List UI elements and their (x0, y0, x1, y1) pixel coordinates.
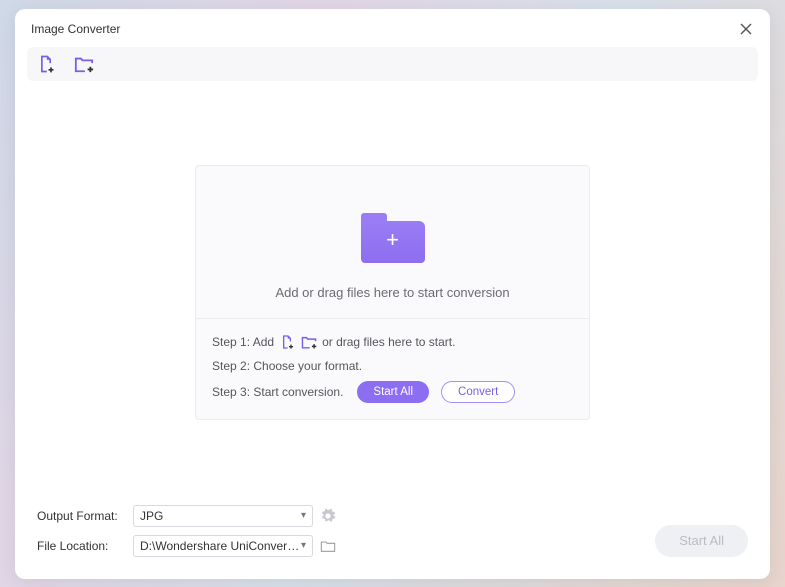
window-title: Image Converter (29, 22, 120, 36)
close-button[interactable] (736, 19, 756, 39)
footer: Output Format: JPG ▾ File Location: D:\W… (15, 505, 770, 579)
close-icon (739, 22, 753, 36)
add-files-big-button[interactable]: + (361, 213, 425, 263)
step-2: Step 2: Choose your format. (212, 359, 573, 373)
open-folder-button[interactable] (319, 537, 337, 555)
add-folder-hint-button[interactable] (300, 333, 318, 351)
file-plus-icon (279, 334, 295, 350)
toolbar (27, 47, 758, 81)
file-location-label: File Location: (37, 539, 127, 553)
dropzone-text: Add or drag files here to start conversi… (275, 285, 509, 300)
app-window: Image Converter (15, 9, 770, 579)
start-all-pill: Start All (357, 381, 429, 403)
output-format-select[interactable]: JPG ▾ (133, 505, 313, 527)
add-file-button[interactable] (35, 53, 57, 75)
dropzone[interactable]: + Add or drag files here to start conver… (196, 166, 589, 319)
chevron-down-icon: ▾ (301, 540, 306, 551)
settings-grid: Output Format: JPG ▾ File Location: D:\W… (37, 505, 343, 557)
step-1-suffix: or drag files here to start. (322, 335, 455, 349)
file-location-value: D:\Wondershare UniConverter 15\Im (140, 539, 301, 553)
chevron-down-icon: ▾ (301, 510, 306, 521)
step-3: Step 3: Start conversion. Start All Conv… (212, 381, 573, 403)
step-1: Step 1: Add or drag files here to (212, 333, 573, 351)
folder-plus-icon (300, 334, 318, 350)
file-location-select[interactable]: D:\Wondershare UniConverter 15\Im ▾ (133, 535, 313, 557)
plus-icon: + (386, 229, 399, 251)
titlebar: Image Converter (15, 15, 770, 43)
steps-panel: Step 1: Add or drag files here to (196, 319, 589, 419)
add-file-hint-button[interactable] (278, 333, 296, 351)
output-format-label: Output Format: (37, 509, 127, 523)
convert-pill: Convert (441, 381, 515, 403)
folder-icon (320, 539, 336, 553)
output-settings-button[interactable] (319, 507, 337, 525)
output-format-value: JPG (140, 509, 163, 523)
start-all-button[interactable]: Start All (655, 525, 748, 557)
folder-plus-icon (73, 54, 95, 74)
main-area: + Add or drag files here to start conver… (15, 81, 770, 505)
step-3-text: Step 3: Start conversion. (212, 385, 343, 399)
gear-icon (320, 508, 336, 524)
drop-panel: + Add or drag files here to start conver… (195, 165, 590, 420)
step-1-prefix: Step 1: Add (212, 335, 274, 349)
add-folder-button[interactable] (73, 53, 95, 75)
file-plus-icon (36, 54, 56, 74)
